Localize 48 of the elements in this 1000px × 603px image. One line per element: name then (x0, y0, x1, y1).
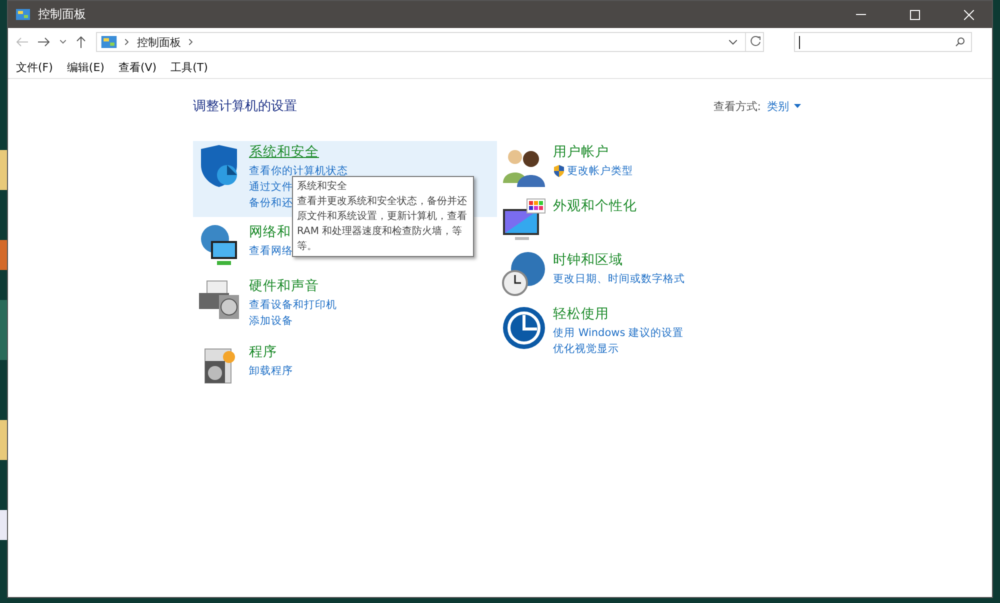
globe-clock-icon (501, 251, 547, 297)
breadcrumb[interactable]: 控制面板 (137, 34, 181, 50)
control-panel-icon (101, 36, 117, 48)
task-link[interactable]: 查看网络 (249, 243, 293, 259)
chevron-down-icon[interactable] (60, 40, 66, 44)
close-icon (964, 10, 974, 20)
menu-item[interactable]: 编辑(E) (66, 60, 104, 74)
category-link[interactable]: 程序 (249, 343, 293, 361)
view-by-dropdown[interactable]: 类别 (767, 98, 801, 114)
forward-icon[interactable] (38, 37, 50, 47)
refresh-icon[interactable] (745, 33, 763, 51)
category-link[interactable]: 外观和个性化 (553, 197, 637, 215)
search-field[interactable] (794, 32, 972, 52)
view-by-label: 查看方式: (713, 98, 761, 114)
task-link[interactable]: 使用 Windows 建议的设置 (553, 325, 684, 341)
category-link[interactable]: 时钟和区域 (553, 251, 685, 269)
task-link[interactable]: 查看你的计算机状态 (249, 163, 348, 179)
chevron-right-icon (125, 39, 129, 45)
search-icon (955, 37, 965, 47)
monitor-icon (501, 197, 547, 243)
chevron-down-icon[interactable] (729, 40, 737, 44)
task-link[interactable]: 更改日期、时间或数字格式 (553, 271, 685, 287)
control-panel-icon (16, 9, 30, 20)
menu-item[interactable]: 工具(T) (170, 60, 208, 74)
chevron-right-icon (189, 39, 193, 45)
category-link[interactable]: 用户帐户 (553, 143, 633, 161)
category-link[interactable]: 轻松使用 (553, 305, 684, 323)
text-cursor-icon (799, 36, 800, 48)
task-link[interactable]: 卸载程序 (249, 363, 293, 379)
ease-of-access-icon (501, 305, 547, 351)
menu-item[interactable]: 查看(V) (118, 60, 157, 74)
window-title: 控制面板 (38, 6, 87, 23)
tooltip-title: 系统和安全 (297, 180, 348, 194)
tooltip-text: 查看并更改系统和安全状态，备份并还原文件和系统设置，更新计算机，查看 RAM 和处理器速度和检查防火墙，等等。 (297, 194, 468, 254)
minimize-icon (856, 14, 866, 15)
menu-item[interactable]: 文件(F) (16, 60, 53, 74)
category-link[interactable]: 系统和安全 (249, 143, 348, 161)
maximize-icon (910, 10, 920, 20)
page-heading: 调整计算机的设置 (193, 98, 297, 115)
up-icon[interactable] (76, 36, 86, 48)
category-link[interactable]: 硬件和声音 (249, 277, 337, 295)
address-bar[interactable]: 控制面板 (96, 32, 764, 52)
category-link[interactable]: 网络和 (249, 223, 293, 241)
task-link[interactable]: 添加设备 (249, 313, 337, 329)
dropdown-icon (794, 104, 801, 108)
task-link[interactable]: 更改帐户类型 (553, 163, 633, 179)
task-link[interactable]: 优化视觉显示 (553, 341, 684, 357)
task-link[interactable]: 查看设备和打印机 (249, 297, 337, 313)
